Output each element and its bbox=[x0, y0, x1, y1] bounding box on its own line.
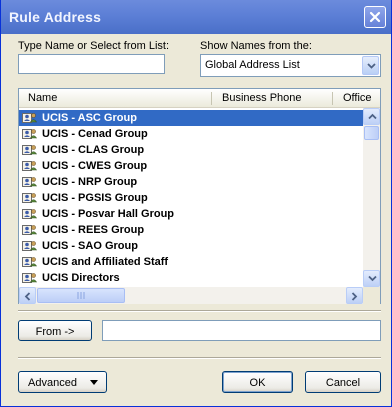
distribution-list-icon bbox=[22, 145, 38, 155]
separator bbox=[18, 357, 381, 359]
scroll-left-button[interactable] bbox=[19, 287, 36, 304]
list-item[interactable]: UCIS - REES Group bbox=[19, 222, 363, 238]
close-icon bbox=[369, 11, 381, 23]
rule-address-dialog: Rule Address Type Name or Select from Li… bbox=[0, 0, 392, 407]
list-item-name: UCIS and Affiliated Staff bbox=[42, 256, 169, 268]
scrollbar-corner bbox=[363, 287, 380, 304]
list-item-name: UCIS - Posvar Hall Group bbox=[42, 208, 175, 220]
list-rows: UCIS - ASC Group UCIS - Cenad Group UCIS -… bbox=[19, 110, 363, 286]
list-item[interactable]: UCIS - NRP Group bbox=[19, 174, 363, 190]
scroll-down-button[interactable] bbox=[363, 270, 380, 287]
list-item-name: UCIS Directors bbox=[42, 272, 120, 284]
advanced-button-label: Advanced bbox=[28, 377, 77, 389]
grip-icon bbox=[77, 292, 85, 299]
list-item-name: UCIS - ASC Group bbox=[42, 112, 137, 124]
distribution-list-icon bbox=[22, 273, 38, 283]
distribution-list-icon bbox=[22, 193, 38, 203]
distribution-list-icon bbox=[22, 225, 38, 235]
address-book-select[interactable]: Global Address List bbox=[200, 54, 381, 77]
distribution-list-icon bbox=[22, 177, 38, 187]
chevron-right-icon bbox=[351, 292, 358, 301]
list-item-name: UCIS - CWES Group bbox=[42, 160, 148, 172]
distribution-list-icon bbox=[22, 113, 38, 123]
vertical-scrollbar[interactable] bbox=[363, 108, 380, 287]
distribution-list-icon bbox=[22, 257, 38, 267]
list-item[interactable]: UCIS - CLAS Group bbox=[19, 142, 363, 158]
list-item-name: UCIS - PGSIS Group bbox=[42, 192, 148, 204]
advanced-button[interactable]: Advanced bbox=[18, 371, 107, 393]
column-name[interactable]: Name bbox=[28, 92, 57, 104]
dropdown-arrow-icon bbox=[90, 380, 98, 385]
address-book-selected: Global Address List bbox=[205, 59, 300, 71]
scroll-up-button[interactable] bbox=[363, 108, 380, 125]
names-from-label: Show Names from the: bbox=[200, 40, 312, 52]
title-bar[interactable]: Rule Address bbox=[1, 0, 391, 34]
horizontal-scrollbar[interactable] bbox=[19, 287, 363, 304]
column-office[interactable]: Office bbox=[343, 92, 372, 104]
chevron-up-icon bbox=[368, 113, 377, 120]
chevron-left-icon bbox=[24, 292, 31, 301]
distribution-list-icon bbox=[22, 129, 38, 139]
from-button[interactable]: From -> bbox=[18, 320, 92, 341]
distribution-list-icon bbox=[22, 161, 38, 171]
list-item[interactable]: UCIS - Posvar Hall Group bbox=[19, 206, 363, 222]
cancel-button[interactable]: Cancel bbox=[305, 371, 381, 393]
separator bbox=[18, 310, 381, 312]
address-book-dropdown-button[interactable] bbox=[362, 56, 379, 75]
horizontal-scroll-thumb[interactable] bbox=[37, 288, 125, 303]
list-item-name: UCIS - SAO Group bbox=[42, 240, 138, 252]
list-header: Name Business Phone Office bbox=[19, 89, 380, 108]
search-input[interactable] bbox=[18, 54, 165, 74]
window-title: Rule Address bbox=[9, 9, 102, 25]
cancel-button-label: Cancel bbox=[325, 377, 361, 389]
list-item-name: UCIS - REES Group bbox=[42, 224, 145, 236]
distribution-list-icon bbox=[22, 241, 38, 251]
list-item[interactable]: UCIS - ASC Group bbox=[19, 110, 363, 126]
close-button[interactable] bbox=[364, 6, 386, 28]
list-item[interactable]: UCIS - SAO Group bbox=[19, 238, 363, 254]
list-item[interactable]: UCIS - Cenad Group bbox=[19, 126, 363, 142]
list-item[interactable]: UCIS - CWES Group bbox=[19, 158, 363, 174]
distribution-list-icon bbox=[22, 209, 38, 219]
vertical-scroll-thumb[interactable] bbox=[364, 126, 379, 140]
column-divider[interactable] bbox=[211, 92, 212, 105]
ok-button-label: OK bbox=[249, 377, 266, 389]
from-button-label: From -> bbox=[35, 326, 75, 338]
column-divider[interactable] bbox=[332, 92, 333, 105]
address-list[interactable]: Name Business Phone Office UCIS - ASC Gr… bbox=[18, 88, 381, 304]
search-label: Type Name or Select from List: bbox=[18, 40, 169, 52]
chevron-down-icon bbox=[367, 63, 376, 69]
scroll-right-button[interactable] bbox=[346, 287, 363, 304]
list-item-name: UCIS - CLAS Group bbox=[42, 144, 145, 156]
from-field[interactable] bbox=[102, 320, 381, 341]
list-item-name: UCIS - NRP Group bbox=[42, 176, 138, 188]
list-item[interactable]: UCIS - PGSIS Group bbox=[19, 190, 363, 206]
ok-button[interactable]: OK bbox=[222, 371, 293, 393]
list-item-name: UCIS - Cenad Group bbox=[42, 128, 148, 140]
column-business-phone[interactable]: Business Phone bbox=[222, 92, 302, 104]
list-item[interactable]: UCIS Directors bbox=[19, 270, 363, 286]
list-item[interactable]: UCIS and Affiliated Staff bbox=[19, 254, 363, 270]
chevron-down-icon bbox=[368, 275, 377, 282]
